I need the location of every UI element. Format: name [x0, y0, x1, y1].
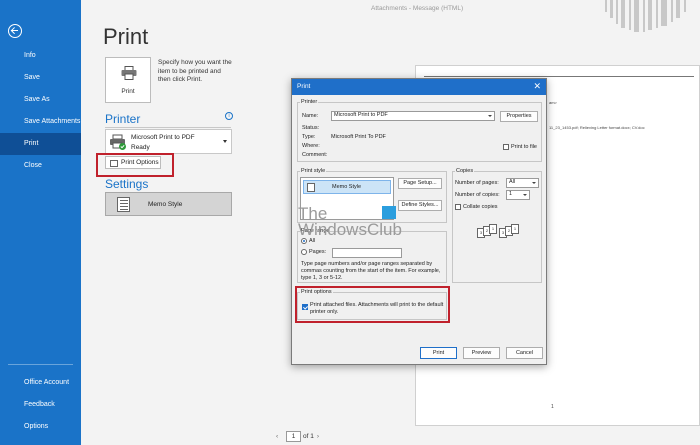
- page-range-help-text: Type page numbers and/or page ranges sep…: [301, 261, 441, 281]
- chevron-down-icon: [532, 181, 536, 184]
- prev-page-icon[interactable]: ‹: [276, 433, 284, 440]
- sidebar-item-feedback[interactable]: Feedback: [0, 394, 81, 416]
- number-of-copies-label: Number of copies:: [455, 192, 500, 198]
- sidebar-item-save-attachments[interactable]: Save Attachments: [0, 111, 81, 133]
- printer-status: Ready: [131, 144, 150, 151]
- number-of-copies-value: 1: [509, 191, 513, 197]
- highlight-print-options-group: [295, 286, 450, 323]
- type-value: Microsoft Print To PDF: [331, 134, 386, 140]
- properties-button[interactable]: Properties: [500, 111, 538, 122]
- printer-name-select[interactable]: Microsoft Print to PDF: [331, 111, 495, 121]
- watermark-line-2: WindowsClub: [298, 220, 402, 239]
- print-description: Specify how you want the item to be prin…: [158, 59, 232, 83]
- memo-style-option[interactable]: Memo Style: [105, 192, 232, 216]
- dialog-preview-button[interactable]: Preview: [463, 347, 500, 359]
- back-arrow-icon[interactable]: [8, 24, 22, 38]
- number-of-pages-select[interactable]: All: [506, 178, 539, 188]
- page-range-input[interactable]: [332, 248, 402, 258]
- collate-copies-label: Collate copies: [463, 204, 498, 210]
- page-setup-button[interactable]: Page Setup...: [398, 178, 442, 189]
- sidebar-item-office-account[interactable]: Office Account: [0, 372, 81, 394]
- collate-copies-checkbox[interactable]: [455, 204, 461, 210]
- sidebar-item-close[interactable]: Close: [0, 155, 81, 177]
- printer-ready-icon: [110, 134, 126, 150]
- collate-page-icon: 1: [489, 224, 497, 234]
- sidebar-item-save-as[interactable]: Save As: [0, 89, 81, 111]
- outlook-print-view: Info Save Save As Save Attachments Print…: [0, 0, 700, 445]
- page-range-pages-label: Pages:: [309, 249, 327, 255]
- spinner-icon[interactable]: [523, 193, 527, 196]
- chevron-down-icon: [223, 140, 227, 143]
- memo-style-label: Memo Style: [148, 201, 183, 208]
- backstage-sidebar: Info Save Save As Save Attachments Print…: [0, 0, 81, 445]
- page-range-pages-radio[interactable]: [301, 249, 307, 255]
- number-of-copies-input[interactable]: 1: [506, 190, 530, 200]
- printer-icon: [121, 66, 137, 80]
- next-page-icon[interactable]: ›: [317, 433, 325, 440]
- preview-attachments-line: 11_23_1453.pdf; Relieving Letter format.…: [549, 125, 645, 130]
- number-of-pages-value: All: [509, 179, 516, 185]
- highlight-print-options: [96, 153, 174, 177]
- name-label: Name:: [302, 113, 319, 119]
- print-to-file-label: Print to file: [511, 144, 537, 150]
- sidebar-item-print[interactable]: Print: [0, 133, 81, 155]
- preview-text-line: am>: [549, 100, 557, 105]
- settings-heading: Settings: [105, 177, 149, 191]
- watermark-logo-icon: [382, 206, 396, 219]
- copies-group-label: Copies: [455, 168, 475, 174]
- page-title: Print: [103, 24, 149, 49]
- type-label: Type:: [302, 134, 316, 140]
- decorative-barcode: [605, 0, 695, 34]
- printer-heading: Printer: [105, 112, 141, 126]
- page-number-input[interactable]: 1: [286, 431, 301, 442]
- window-title: Attachments - Message (HTML): [371, 5, 464, 12]
- print-to-file-checkbox[interactable]: [503, 144, 509, 150]
- dialog-print-button[interactable]: Print: [420, 347, 457, 359]
- status-label: Status:: [302, 125, 320, 131]
- printer-group-label: Printer: [300, 99, 319, 105]
- close-icon[interactable]: ✕: [533, 81, 541, 92]
- printer-name: Microsoft Print to PDF: [131, 134, 195, 141]
- sidebar-item-info[interactable]: Info: [0, 45, 81, 67]
- printer-select[interactable]: Microsoft Print to PDF Ready: [105, 129, 232, 154]
- print-button-label: Print: [121, 88, 135, 95]
- print-style-item-label: Memo Style: [332, 184, 362, 190]
- number-of-pages-label: Number of pages:: [455, 180, 499, 186]
- comment-label: Comment:: [302, 152, 328, 158]
- print-style-group-label: Print style: [300, 168, 327, 174]
- memo-style-icon: [117, 197, 130, 212]
- collate-page-icon: 1: [511, 224, 519, 234]
- preview-page-number: 1: [551, 404, 554, 410]
- dialog-titlebar: Print ✕: [292, 79, 546, 95]
- page-total: of 1: [303, 433, 314, 440]
- memo-style-icon: [307, 183, 315, 192]
- chevron-down-icon: [488, 114, 492, 117]
- sidebar-item-options[interactable]: Options: [0, 416, 81, 438]
- print-style-item[interactable]: Memo Style: [303, 180, 391, 194]
- sidebar-item-save[interactable]: Save: [0, 67, 81, 89]
- dialog-cancel-button[interactable]: Cancel: [506, 347, 543, 359]
- preview-pager: ‹ 1 of 1 ›: [276, 431, 325, 442]
- sidebar-divider: [8, 364, 73, 365]
- dialog-title: Print: [297, 83, 311, 90]
- printer-name-value: Microsoft Print to PDF: [334, 112, 388, 118]
- preview-header-line: [424, 76, 694, 77]
- where-label: Where:: [302, 143, 320, 149]
- printer-divider: [105, 127, 231, 128]
- info-icon[interactable]: i: [225, 112, 233, 120]
- print-button[interactable]: Print: [105, 57, 151, 103]
